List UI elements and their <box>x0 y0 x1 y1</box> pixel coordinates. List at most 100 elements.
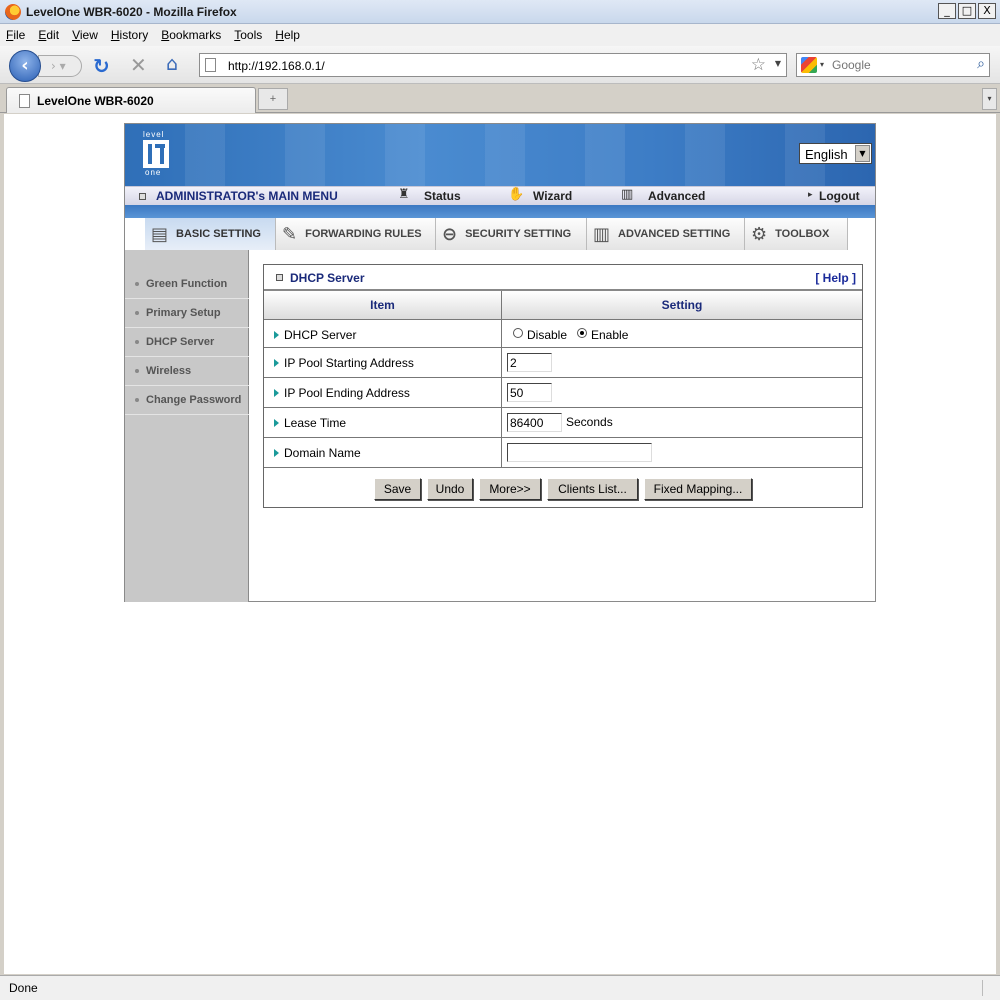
router-admin-page: level one English ▼ ADMINISTRATOR's MAIN… <box>124 123 876 602</box>
search-bar[interactable]: ▾ ⌕ <box>796 53 990 77</box>
table-row: IP Pool Ending Address <box>264 378 862 408</box>
reload-icon[interactable]: ↻ <box>93 54 110 78</box>
google-icon[interactable] <box>801 57 817 73</box>
admin-menu-title: ADMINISTRATOR's MAIN MENU <box>156 189 338 203</box>
maximize-button[interactable]: □ <box>958 3 976 19</box>
back-button[interactable]: ‹ <box>9 50 41 82</box>
square-bullet-icon <box>139 193 146 200</box>
language-select[interactable]: English ▼ <box>799 143 872 164</box>
triangle-bullet-icon <box>274 389 279 397</box>
triangle-bullet-icon <box>274 331 279 339</box>
menu-bookmarks[interactable]: Bookmarks <box>161 28 221 42</box>
table-row: Lease Time Seconds <box>264 408 862 438</box>
panel-title: DHCP Server <box>290 271 365 285</box>
page-icon <box>205 58 216 72</box>
triangle-bullet-icon <box>274 449 279 457</box>
stop-icon[interactable]: ✕ <box>130 53 147 77</box>
lease-time-input[interactable] <box>507 413 562 432</box>
search-engine-dropdown-icon[interactable]: ▾ <box>820 60 824 69</box>
sidebar-item-dhcp-server[interactable]: DHCP Server <box>125 328 249 357</box>
menu-edit[interactable]: Edit <box>38 28 59 42</box>
resize-grip-icon[interactable] <box>982 980 998 996</box>
status-bar: Done <box>0 975 1000 1000</box>
table-row: Domain Name <box>264 438 862 468</box>
pool-start-input[interactable] <box>507 353 552 372</box>
status-text: Done <box>9 981 38 995</box>
nav-divider <box>125 205 875 218</box>
bullet-icon <box>135 369 139 373</box>
tab-list-icon[interactable]: ▾ <box>982 88 997 110</box>
square-bullet-icon <box>276 274 283 281</box>
settings-table: Item Setting DHCP Server Disable Enable <box>264 291 862 508</box>
url-dropdown-icon[interactable]: ▼ <box>775 59 781 68</box>
bookmark-star-icon[interactable]: ☆ <box>751 55 766 75</box>
menu-file[interactable]: File <box>6 28 25 42</box>
bullet-icon <box>135 282 139 286</box>
undo-button[interactable]: Undo <box>427 478 473 500</box>
triangle-bullet-icon <box>274 359 279 367</box>
help-link[interactable]: [ Help ] <box>815 271 856 285</box>
lease-time-unit: Seconds <box>566 415 613 429</box>
tab-title: LevelOne WBR-6020 <box>37 94 154 108</box>
folder-icon: ▤ <box>151 223 169 245</box>
sidebar: Green Function Primary Setup DHCP Server… <box>125 250 249 602</box>
page-icon <box>19 94 30 108</box>
clients-list-button[interactable]: Clients List... <box>547 478 638 500</box>
tab-security-setting[interactable]: ⊖ SECURITY SETTING <box>436 218 587 250</box>
page-viewport: level one English ▼ ADMINISTRATOR's MAIN… <box>4 114 996 974</box>
dhcp-enable-radio[interactable] <box>577 328 587 338</box>
menu-view[interactable]: View <box>72 28 98 42</box>
tab-active[interactable]: LevelOne WBR-6020 <box>6 87 256 113</box>
sidebar-item-primary-setup[interactable]: Primary Setup <box>125 299 249 328</box>
advanced-icon: ▥ <box>621 187 634 202</box>
tab-toolbox[interactable]: ⚙ TOOLBOX <box>745 218 848 250</box>
bullet-icon <box>135 340 139 344</box>
admin-menu-bar: ADMINISTRATOR's MAIN MENU ♜ Status ✋ Wiz… <box>125 186 875 205</box>
toolbox-icon: ⚙ <box>751 223 768 245</box>
search-icon[interactable]: ⌕ <box>977 56 985 72</box>
search-input[interactable] <box>832 57 967 73</box>
pool-end-input[interactable] <box>507 383 552 402</box>
more-button[interactable]: More>> <box>479 478 541 500</box>
new-tab-button[interactable]: + <box>258 88 288 110</box>
close-button[interactable]: X <box>978 3 996 19</box>
sidebar-item-green-function[interactable]: Green Function <box>125 270 249 299</box>
tab-basic-setting[interactable]: ▤ BASIC SETTING <box>145 218 276 250</box>
save-button[interactable]: Save <box>374 478 421 500</box>
language-value: English <box>805 147 848 162</box>
minimize-button[interactable]: _ <box>938 3 956 19</box>
forward-button[interactable]: › ▾ <box>38 55 82 77</box>
bullet-icon <box>135 311 139 315</box>
lock-icon: ⊖ <box>442 223 458 245</box>
tab-forwarding-rules[interactable]: ✎ FORWARDING RULES <box>276 218 436 250</box>
sidebar-item-change-password[interactable]: Change Password <box>125 386 249 415</box>
forward-icon: ✎ <box>282 223 298 245</box>
table-row: IP Pool Starting Address <box>264 348 862 378</box>
tab-advanced-setting[interactable]: ▥ ADVANCED SETTING <box>587 218 745 250</box>
advanced-link[interactable]: Advanced <box>648 189 705 203</box>
menu-tools[interactable]: Tools <box>234 28 262 42</box>
window-controls: _ □ X <box>938 3 996 19</box>
bullet-icon <box>135 398 139 402</box>
status-link[interactable]: Status <box>424 189 461 203</box>
advanced-icon: ▥ <box>593 223 611 245</box>
menu-help[interactable]: Help <box>275 28 300 42</box>
menu-history[interactable]: History <box>111 28 148 42</box>
sidebar-item-wireless[interactable]: Wireless <box>125 357 249 386</box>
logout-link[interactable]: Logout <box>819 189 860 203</box>
panel-header: DHCP Server [ Help ] <box>264 265 862 291</box>
levelone-logo: level one <box>141 130 175 180</box>
wizard-link[interactable]: Wizard <box>533 189 572 203</box>
firefox-icon <box>5 4 21 20</box>
home-icon[interactable]: ⌂ <box>166 53 178 75</box>
chevron-down-icon[interactable]: ▼ <box>855 145 870 162</box>
arrow-right-icon: ▸ <box>808 190 813 200</box>
main-nav-tabs: ▤ BASIC SETTING ✎ FORWARDING RULES ⊖ SEC… <box>145 218 855 250</box>
url-bar[interactable]: http://192.168.0.1/ ☆ ▼ <box>199 53 787 77</box>
dhcp-disable-radio[interactable] <box>513 328 523 338</box>
fixed-mapping-button[interactable]: Fixed Mapping... <box>644 478 752 500</box>
triangle-bullet-icon <box>274 419 279 427</box>
url-text[interactable]: http://192.168.0.1/ <box>228 59 325 73</box>
menu-bar: File Edit View History Bookmarks Tools H… <box>0 24 1000 46</box>
domain-name-input[interactable] <box>507 443 652 462</box>
